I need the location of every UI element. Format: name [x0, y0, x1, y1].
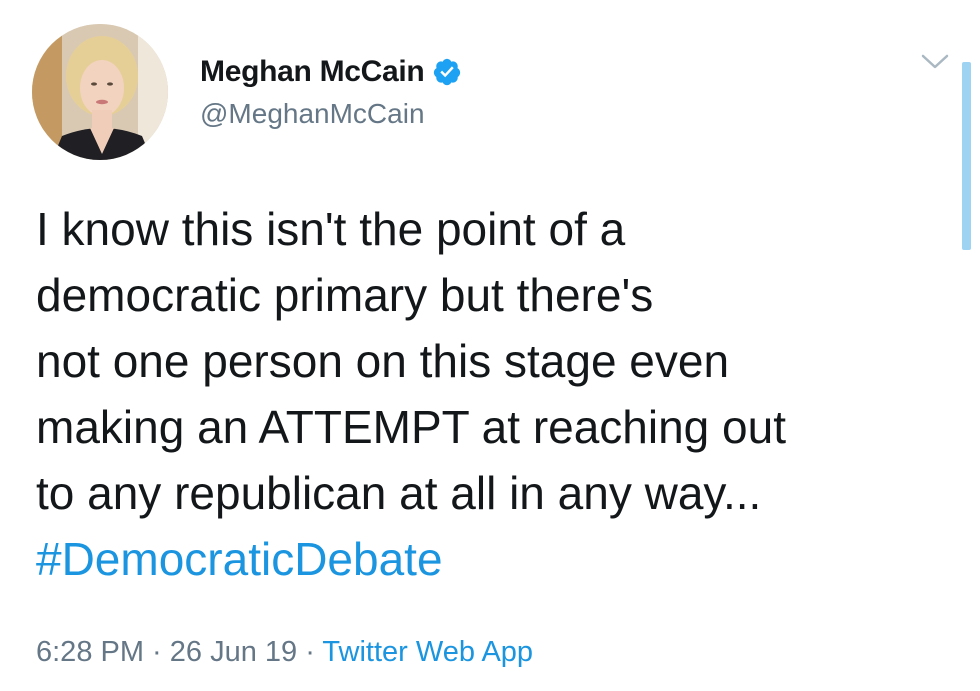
verified-badge-icon	[432, 57, 462, 87]
display-name[interactable]: Meghan McCain	[200, 55, 425, 89]
user-handle[interactable]: @MeghanMcCain	[200, 98, 462, 130]
avatar[interactable]	[32, 24, 168, 160]
tweet-card: Meghan McCain @MeghanMcCain I know this …	[0, 0, 980, 691]
avatar-photo	[32, 24, 168, 160]
source-link[interactable]: Twitter Web App	[322, 636, 533, 668]
tweet-text-line: making an ATTEMPT at reaching out	[36, 401, 786, 453]
tweet-text-line: not one person on this stage even	[36, 335, 730, 387]
timestamp-date[interactable]: 26 Jun 19	[170, 636, 297, 668]
chevron-down-icon[interactable]	[920, 52, 950, 72]
scrollbar[interactable]	[962, 62, 971, 250]
tweet-text: I know this isn't the point of a democra…	[36, 196, 936, 592]
tweet-text-line: I know this isn't the point of a	[36, 203, 626, 255]
tweet-meta: 6:28 PM · 26 Jun 19 · Twitter Web App	[36, 636, 533, 669]
meta-separator: ·	[144, 636, 170, 668]
hashtag-link[interactable]: #DemocraticDebate	[36, 526, 936, 592]
tweet-text-line: democratic primary but there's	[36, 269, 654, 321]
tweet-text-line: to any republican at all in any way...	[36, 467, 762, 519]
meta-separator: ·	[297, 636, 323, 668]
author-info: Meghan McCain @MeghanMcCain	[200, 52, 462, 130]
timestamp-time[interactable]: 6:28 PM	[36, 636, 144, 668]
name-row: Meghan McCain	[200, 52, 462, 92]
